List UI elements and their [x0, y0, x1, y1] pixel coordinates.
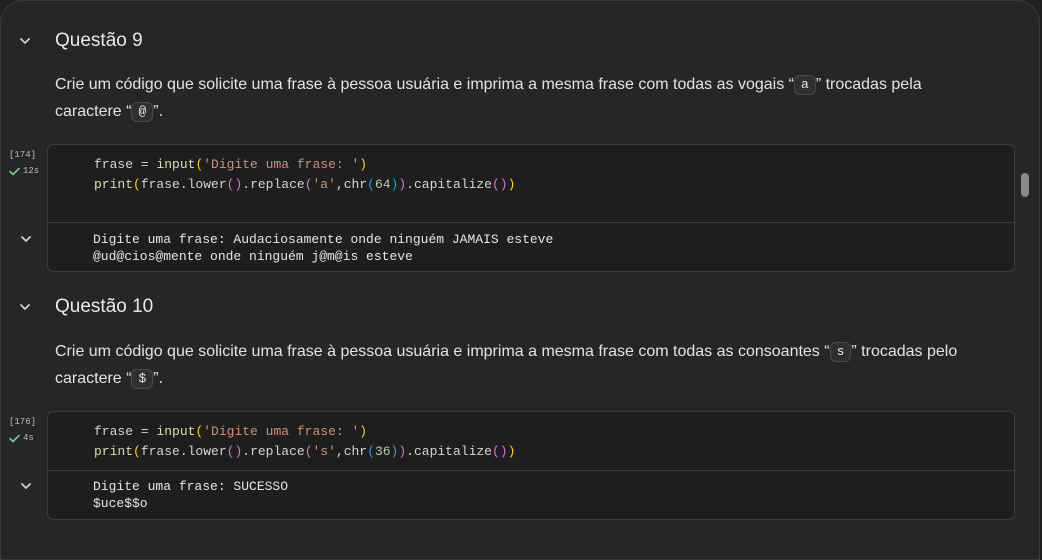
section-heading-q9: Questão 9 [55, 30, 143, 51]
code-token: () [226, 444, 243, 459]
execution-info-q9: [174] 12s [9, 149, 45, 177]
code-token: 's' [312, 444, 336, 459]
code-token: () [492, 177, 508, 192]
code-token: .capitalize [406, 444, 492, 459]
collapse-section-q10-chevron-down-icon[interactable] [17, 299, 33, 315]
collapse-output-q10-chevron-down-icon[interactable] [18, 478, 34, 494]
code-token: ( [133, 177, 141, 192]
code-editor[interactable]: frase = input ( 'Digite uma frase: ') prin… [94, 155, 515, 195]
code-token: ( [367, 444, 375, 459]
code-token: input [156, 424, 196, 439]
execution-time: 12s [9, 165, 45, 177]
section-description-q9: Crie um código que solicite uma frase à … [55, 71, 975, 125]
output-line: Digite uma frase: SUCESSO [93, 479, 289, 494]
code-token: frase = [94, 424, 157, 439]
code-token: frase.lower [140, 444, 227, 459]
code-token: 'Digite uma frase: ' [203, 157, 360, 172]
code-token: ( [304, 444, 313, 459]
code-token: frase.lower [140, 177, 227, 192]
code-token: () [492, 444, 508, 459]
code-token: () [226, 177, 243, 192]
section-heading-q10: Questão 10 [55, 296, 154, 317]
inline-code-chip: @ [131, 102, 154, 122]
code-token: 'Digite uma frase: ' [203, 424, 360, 439]
check-icon [9, 434, 20, 442]
code-token: print [94, 444, 134, 459]
description-text: Crie um código que solicite uma frase à … [55, 343, 830, 360]
code-token: 'a' [312, 177, 336, 192]
code-token: .replace [242, 444, 305, 459]
code-token: ( [133, 444, 141, 459]
execution-time: 4s [9, 432, 45, 444]
code-token: ( [304, 177, 313, 192]
inline-code-chip: $ [131, 369, 154, 389]
description-text: ”. [153, 103, 164, 120]
code-token: ) [398, 444, 407, 459]
code-token: print [94, 177, 134, 192]
code-token: ,chr [335, 444, 368, 459]
inline-code-chip: s [829, 342, 852, 362]
code-token: frase = [94, 157, 157, 172]
cell-output-q10: Digite uma frase: SUCESSO $uce$$o [93, 478, 288, 512]
code-token: input [156, 157, 196, 172]
code-token: 36 [374, 444, 391, 459]
vertical-scrollbar-thumb[interactable] [1021, 173, 1029, 197]
code-token: 64 [374, 177, 391, 192]
section-description-q10: Crie um código que solicite uma frase à … [55, 338, 975, 392]
code-cell-q10[interactable]: frase = input ( 'Digite uma frase: ') prin… [47, 411, 1015, 520]
notebook-window: Questão 9 Crie um código que solicite um… [0, 0, 1040, 560]
description-text: ”. [153, 370, 164, 387]
code-cell-q9[interactable]: frase = input ( 'Digite uma frase: ') prin… [47, 144, 1015, 272]
code-token: ) [359, 424, 368, 439]
cell-output-q9: Digite uma frase: Audaciosamente onde ni… [93, 231, 553, 265]
output-line: $uce$$o [93, 496, 148, 511]
code-token: ) [507, 177, 516, 192]
execution-count: [176] [9, 417, 37, 427]
code-token: ) [507, 444, 516, 459]
collapse-section-q9-chevron-down-icon[interactable] [17, 33, 33, 49]
code-token: ,chr [335, 177, 368, 192]
code-token: .capitalize [406, 177, 492, 192]
description-text: Crie um código que solicite uma frase à … [55, 76, 794, 93]
code-token: ) [398, 177, 407, 192]
code-token: ( [367, 177, 375, 192]
check-icon [9, 167, 20, 175]
collapse-output-q9-chevron-down-icon[interactable] [18, 231, 34, 247]
execution-info-q10: [176] 4s [9, 416, 45, 444]
code-token: ) [359, 157, 368, 172]
output-divider [48, 470, 1014, 471]
output-divider [48, 222, 1014, 223]
code-editor[interactable]: frase = input ( 'Digite uma frase: ') prin… [94, 422, 515, 462]
code-token: .replace [242, 177, 305, 192]
inline-code-chip: a [794, 75, 816, 95]
output-line: Digite uma frase: Audaciosamente onde ni… [93, 232, 554, 247]
output-line: @ud@cios@mente onde ninguém j@m@is estev… [93, 249, 413, 264]
execution-count: [174] [9, 150, 37, 160]
